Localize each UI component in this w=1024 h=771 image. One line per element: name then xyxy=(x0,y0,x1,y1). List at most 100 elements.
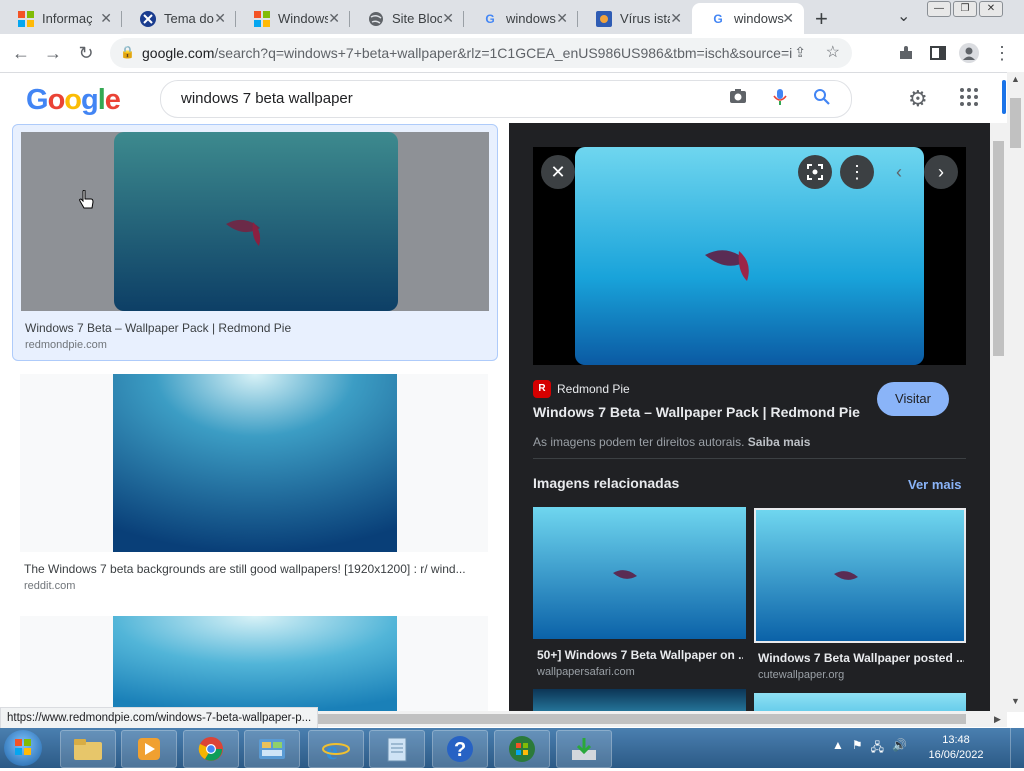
result-card[interactable]: The Windows 7 beta backgrounds are still… xyxy=(12,370,496,600)
scroll-up-arrow-icon[interactable]: ▲ xyxy=(1011,74,1020,84)
volume-icon[interactable]: 🔊 xyxy=(892,738,907,759)
preview-title[interactable]: Windows 7 Beta – Wallpaper Pack | Redmon… xyxy=(533,404,860,420)
settings-gear-icon[interactable]: ⚙ xyxy=(908,86,928,112)
more-options-icon[interactable]: ⋮ xyxy=(840,155,874,189)
tab-active[interactable]: G windows ✕ xyxy=(692,3,804,34)
address-bar[interactable]: 🔒 google.com/search?q=windows+7+beta+wal… xyxy=(110,38,852,68)
scroll-right-arrow-icon[interactable]: ▶ xyxy=(994,714,1001,725)
result-thumbnail[interactable] xyxy=(20,374,488,552)
sign-in-button-edge[interactable] xyxy=(1002,80,1006,114)
bookmark-star-icon[interactable]: ☆ xyxy=(826,42,840,62)
google-apps-icon[interactable] xyxy=(960,88,978,106)
related-caption[interactable]: Windows 7 Beta Wallpaper posted ... xyxy=(758,651,964,665)
scroll-down-arrow-icon[interactable]: ▼ xyxy=(1011,696,1020,706)
notepad-icon[interactable] xyxy=(369,730,425,768)
windows-update-icon[interactable] xyxy=(494,730,550,768)
scrollbar-thumb[interactable] xyxy=(993,141,1004,356)
see-more-link[interactable]: Ver mais xyxy=(908,477,962,492)
divider xyxy=(533,458,966,459)
virus-icon xyxy=(596,10,612,27)
tab-4[interactable]: G windows ✕ xyxy=(464,3,578,34)
result-card[interactable] xyxy=(12,612,496,712)
back-arrow-icon[interactable]: ← xyxy=(9,41,33,65)
previous-image-chevron-icon[interactable]: ‹ xyxy=(882,155,916,189)
reload-icon[interactable]: ↻ xyxy=(74,41,98,65)
svg-text:e: e xyxy=(326,736,338,763)
explorer-folder-icon[interactable] xyxy=(60,730,116,768)
result-domain: reddit.com xyxy=(24,580,76,592)
close-icon[interactable]: ✕ xyxy=(328,10,340,27)
help-icon[interactable]: ? xyxy=(432,730,488,768)
show-desktop-button[interactable] xyxy=(1010,728,1024,768)
learn-more-link[interactable]: Saiba mais xyxy=(748,435,811,449)
taskbar-clock[interactable]: 13:48 16/06/2022 xyxy=(926,733,986,763)
chrome-icon[interactable] xyxy=(183,730,239,768)
download-arrow-icon[interactable] xyxy=(556,730,612,768)
close-window-button[interactable]: ✕ xyxy=(979,1,1003,17)
scrollbar-thumb[interactable] xyxy=(1010,98,1021,148)
result-card-selected[interactable]: Windows 7 Beta – Wallpaper Pack | Redmon… xyxy=(12,124,498,361)
tab-3[interactable]: Site Block ✕ xyxy=(350,3,464,34)
side-panel-icon[interactable] xyxy=(926,41,950,65)
tab-strip: Informaç ✕ Tema do ✕ Windows ✕ Site Bloc… xyxy=(0,0,1024,34)
google-icon: G xyxy=(485,11,495,26)
search-input[interactable]: windows 7 beta wallpaper xyxy=(181,90,353,107)
redmond-pie-logo-icon: R xyxy=(533,380,551,398)
result-thumbnail[interactable] xyxy=(20,616,488,712)
show-hidden-icons-icon[interactable]: ▲ xyxy=(832,738,844,759)
share-icon[interactable]: ⇪ xyxy=(794,44,806,61)
profile-avatar-icon[interactable] xyxy=(957,41,981,65)
close-icon[interactable]: ✕ xyxy=(100,10,112,27)
microphone-icon[interactable] xyxy=(773,88,787,111)
action-center-icon[interactable]: ⚑ xyxy=(852,738,863,759)
related-domain: wallpapersafari.com xyxy=(537,666,635,678)
result-thumbnail[interactable] xyxy=(21,132,489,311)
url-text[interactable]: google.com/search?q=windows+7+beta+wallp… xyxy=(142,45,792,61)
close-icon[interactable]: ✕ xyxy=(670,10,682,27)
menu-kebab-icon[interactable]: ⋮ xyxy=(990,41,1014,65)
new-tab-button[interactable]: + xyxy=(815,6,828,32)
control-panel-icon[interactable] xyxy=(244,730,300,768)
forward-arrow-icon[interactable]: → xyxy=(41,41,65,65)
related-image-3[interactable] xyxy=(533,689,746,713)
start-button[interactable] xyxy=(4,730,42,766)
tab-title: Tema do xyxy=(164,11,214,26)
network-icon[interactable]: 🖧 xyxy=(871,738,884,759)
result-caption[interactable]: The Windows 7 beta backgrounds are still… xyxy=(24,562,484,576)
tab-title: Site Block xyxy=(392,11,442,26)
media-player-icon[interactable] xyxy=(121,730,177,768)
minimize-button[interactable]: — xyxy=(927,1,951,17)
next-image-chevron-icon[interactable]: › xyxy=(924,155,958,189)
preview-source[interactable]: R Redmond Pie xyxy=(533,380,630,398)
google-logo[interactable]: Google xyxy=(26,84,121,117)
browser-toolbar: ← → ↻ 🔒 google.com/search?q=windows+7+be… xyxy=(0,34,1024,73)
close-icon[interactable]: ✕ xyxy=(442,10,454,27)
clock-date: 16/06/2022 xyxy=(928,749,984,761)
lens-search-icon[interactable] xyxy=(798,155,832,189)
close-icon[interactable]: ✕ xyxy=(556,10,568,27)
search-box[interactable]: windows 7 beta wallpaper xyxy=(160,80,852,118)
result-caption[interactable]: Windows 7 Beta – Wallpaper Pack | Redmon… xyxy=(25,321,485,335)
search-icon[interactable] xyxy=(813,88,831,111)
tab-search-chevron-icon[interactable]: ⌄ xyxy=(897,6,910,26)
camera-icon[interactable] xyxy=(729,88,747,109)
window-controls: — ❐ ✕ xyxy=(927,1,1003,17)
internet-explorer-icon[interactable]: e xyxy=(308,730,364,768)
page-scrollbar[interactable]: ▲ ▼ xyxy=(1007,72,1024,712)
close-preview-button[interactable]: ✕ xyxy=(541,155,575,189)
visit-button[interactable]: Visitar xyxy=(877,382,949,416)
tab-5[interactable]: Vírus ista ✕ xyxy=(578,3,692,34)
panel-scrollbar[interactable] xyxy=(990,123,1007,713)
close-icon[interactable]: ✕ xyxy=(214,10,226,27)
related-caption[interactable]: 50+] Windows 7 Beta Wallpaper on ... xyxy=(537,648,743,662)
related-image-1[interactable] xyxy=(533,507,746,639)
extensions-icon[interactable] xyxy=(894,41,918,65)
related-image-2[interactable] xyxy=(754,508,966,643)
related-image-4[interactable] xyxy=(754,693,966,713)
tab-0[interactable]: Informaç ✕ xyxy=(0,3,122,34)
close-icon[interactable]: ✕ xyxy=(782,10,794,27)
tab-1[interactable]: Tema do ✕ xyxy=(122,3,236,34)
tab-2[interactable]: Windows ✕ xyxy=(236,3,350,34)
maximize-button[interactable]: ❐ xyxy=(953,1,977,17)
related-domain: cutewallpaper.org xyxy=(758,669,845,681)
